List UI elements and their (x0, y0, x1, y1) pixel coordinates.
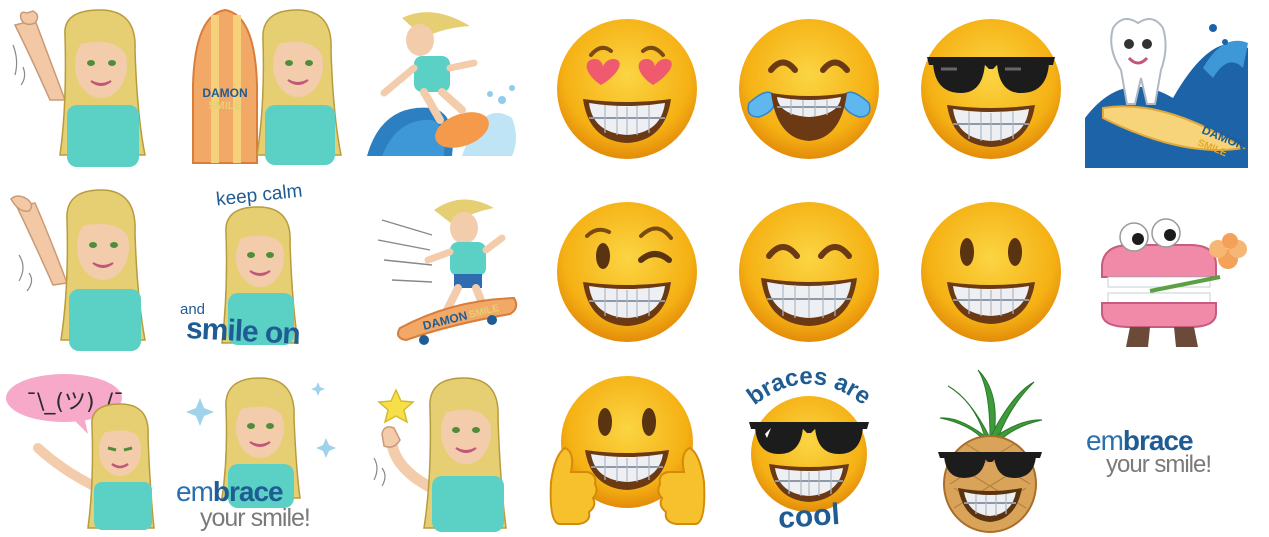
surfboard-brand-subtext: SMILE (208, 100, 242, 112)
your-smile-text: your smile! (1106, 451, 1212, 478)
eye-left (598, 408, 612, 436)
sticker-keep-calm-smile-on[interactable]: keep calm and smile on (178, 181, 358, 355)
sticker-woman-embrace-your-smile[interactable]: embrace your smile! (176, 368, 362, 533)
thumbs-up-hand-icon (381, 426, 401, 448)
sticker-woman-shrug-speech-bubble[interactable]: ¯\_(ツ)_/¯ (2, 370, 174, 532)
motion-lines-icon (12, 44, 26, 86)
sticker-grinning-squint-braces-emoji[interactable] (735, 198, 883, 346)
sticker-chattering-teeth-with-flower[interactable] (1090, 215, 1250, 355)
woman-figure (10, 189, 146, 351)
motion-lines-icon (373, 457, 386, 487)
brace-text: brace (212, 476, 284, 507)
sticker-woman-waving[interactable] (5, 5, 175, 170)
woman-figure (424, 199, 506, 316)
water-splash-icon (487, 85, 515, 104)
water-splash-icon (1209, 24, 1228, 45)
smile-on-text: smile on (185, 312, 301, 351)
woman-figure (33, 403, 155, 530)
sticker-braces-are-cool-emoji[interactable]: braces are cool (735, 362, 883, 536)
surfboard-brand-text: DAMON (202, 86, 247, 100)
eye-open-left (596, 243, 610, 269)
sticker-tears-of-joy-braces-emoji[interactable] (735, 15, 883, 163)
motion-lines-icon (18, 254, 33, 292)
sticker-embrace-your-smile-logo[interactable]: embrace your smile! (1086, 425, 1264, 495)
woman-figure (256, 9, 342, 165)
em-text: em (176, 476, 214, 507)
your-smile-text: your smile! (200, 504, 311, 532)
chattering-teeth (1101, 244, 1217, 347)
sticker-pineapple-sunglasses-braces[interactable] (930, 368, 1050, 533)
sticker-smiling-braces-emoji[interactable] (917, 198, 1065, 346)
pineapple-leaves-icon (939, 369, 1043, 445)
sticker-heart-eyes-braces-emoji[interactable] (553, 15, 701, 163)
sticker-thumbs-up-braces-emoji[interactable] (545, 372, 710, 532)
sticker-woman-with-surfboard[interactable]: DAMON SMILE (185, 5, 360, 170)
cool-text: cool (777, 497, 841, 536)
sticker-woman-skateboarding[interactable]: DAMON SMILE (372, 190, 522, 350)
sticker-sunglasses-braces-emoji[interactable] (917, 15, 1065, 163)
sticker-woman-surfing-wave[interactable] (362, 8, 527, 163)
speed-lines-icon (377, 219, 433, 283)
sticker-tooth-surfing-wave[interactable]: DAMON SMILE (1083, 8, 1253, 173)
woman-figure (13, 9, 146, 167)
star-icon (377, 388, 415, 424)
woman-figure (380, 12, 478, 124)
sticker-woman-thumbs-up-star[interactable] (366, 368, 526, 533)
eye-right (642, 408, 656, 436)
sticker-winking-braces-emoji[interactable] (553, 198, 701, 346)
eye-left (960, 238, 974, 266)
sticker-woman-shaka-wave[interactable] (5, 185, 175, 353)
eye-right (1008, 238, 1022, 266)
